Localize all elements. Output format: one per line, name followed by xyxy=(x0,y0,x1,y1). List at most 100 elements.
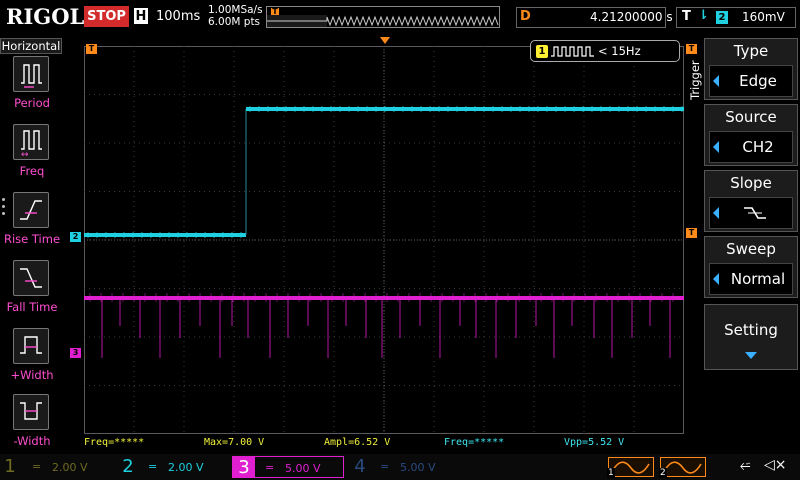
meas-ch1-ampl[interactable]: Ampl=6.52 V xyxy=(324,437,390,448)
ch3-scale: 5.00 V xyxy=(285,462,321,475)
ch4-number: 4 xyxy=(354,456,366,477)
memory-overview[interactable]: T xyxy=(266,6,500,28)
sine-wave-icon xyxy=(612,461,650,474)
meas-ch1-max[interactable]: Max=7.00 V xyxy=(204,437,264,448)
left-arrow-icon xyxy=(713,75,719,87)
graticule xyxy=(84,46,684,434)
falling-edge-icon xyxy=(744,207,766,219)
trigger-source: 2 xyxy=(716,11,728,24)
ch2-scale: 2.00 V xyxy=(168,461,204,474)
left-arrow-icon xyxy=(713,141,719,153)
memory-overview-waveform xyxy=(267,15,499,27)
svg-text:↔: ↔ xyxy=(21,150,29,159)
fall-time-icon xyxy=(13,260,49,296)
ch1-coupling-icon: = xyxy=(32,460,42,473)
timebase-value[interactable]: 100ms xyxy=(156,9,200,24)
trigger-menu-title: Trigger xyxy=(686,36,702,136)
measure-positive-width-button[interactable]: +Width xyxy=(0,328,64,394)
negative-width-icon xyxy=(13,394,49,430)
ch1-scale: 2.00 V xyxy=(52,461,88,474)
usb-icon: ⭁ xyxy=(740,459,751,474)
rise-time-icon xyxy=(13,192,49,228)
meas-ch2-freq[interactable]: Freq=***** xyxy=(444,437,504,448)
trigger-type-button[interactable]: Type Edge xyxy=(704,38,798,100)
ch4-scale: 5.00 V xyxy=(400,461,436,474)
measure-freq-button[interactable]: ↔ Freq xyxy=(0,124,64,190)
ch4-coupling-icon: = xyxy=(380,460,390,473)
measure-negative-width-button[interactable]: -Width xyxy=(0,394,64,460)
ch1-status[interactable]: 1 = 2.00 V xyxy=(0,456,112,478)
rise-time-label: Rise Time xyxy=(3,232,61,246)
period-label: Period xyxy=(14,96,50,110)
trigger-sweep-button[interactable]: Sweep Normal xyxy=(704,236,798,298)
trigger-level-left-marker[interactable]: T xyxy=(86,44,97,54)
speaker-muted-icon[interactable]: ◁× xyxy=(764,457,787,473)
trigger-source-label: Source xyxy=(725,108,777,126)
fall-time-label: Fall Time xyxy=(6,300,58,314)
ch3-number: 3 xyxy=(238,457,250,478)
ch2-number: 2 xyxy=(122,456,134,477)
meas-ch1-freq[interactable]: Freq=***** xyxy=(84,437,144,448)
sample-rate: 1.00MSa/s xyxy=(208,4,263,16)
channel-bar: 1 = 2.00 V 2 = 2.00 V 3 = 5.00 V 4 = 5.0… xyxy=(0,454,800,480)
pulse-train-icon xyxy=(551,46,594,57)
status-bar: RIGOL STOP H 100ms 1.00MSa/s 6.00M pts T… xyxy=(0,0,800,36)
trigger-type-label: Type xyxy=(733,42,769,60)
ch4-status[interactable]: 4 = 5.00 V xyxy=(348,456,460,478)
trigger-menu-title-text: Trigger xyxy=(688,60,702,100)
left-arrow-icon xyxy=(713,273,719,285)
positive-width-icon xyxy=(13,328,49,364)
ch2-offset-marker[interactable]: 2 xyxy=(70,232,81,242)
trigger-sweep-value: Normal xyxy=(730,270,786,288)
trigger-slope-value-box xyxy=(709,197,793,229)
trigger-badge: T xyxy=(682,9,691,24)
ch2-trigger-mini[interactable]: 2 xyxy=(659,457,706,478)
ch2-coupling-icon: = xyxy=(148,460,158,473)
waveform-display[interactable] xyxy=(84,46,684,434)
trigger-source-value-box: CH2 xyxy=(709,131,793,163)
run-stop-button[interactable]: STOP xyxy=(84,6,129,27)
falling-edge-icon: ⇂ xyxy=(698,8,709,23)
trigger-source-button[interactable]: Source CH2 xyxy=(704,104,798,166)
ch3-offset-marker[interactable]: 3 xyxy=(70,348,81,358)
measure-period-button[interactable]: Period xyxy=(0,56,64,122)
ch2-trigger-mini-num: 2 xyxy=(659,468,667,478)
meas-ch2-vpp[interactable]: Vpp=5.52 V xyxy=(564,437,624,448)
negative-width-label: -Width xyxy=(13,434,51,448)
ch1-trigger-mini[interactable]: 1 xyxy=(607,457,654,478)
positive-width-label: +Width xyxy=(10,368,54,382)
ch1-number: 1 xyxy=(4,456,16,477)
period-icon xyxy=(13,56,49,92)
trigger-info-text: < 15Hz xyxy=(598,44,641,58)
ch3-status[interactable]: 3 = 5.00 V xyxy=(232,456,344,478)
trigger-slope-label: Slope xyxy=(730,174,772,192)
trigger-type-value-box: Edge xyxy=(709,65,793,97)
freq-label: Freq xyxy=(19,164,45,178)
delay-badge: D xyxy=(520,9,531,24)
trigger-info-source: 1 xyxy=(536,45,548,58)
ch1-trigger-mini-num: 1 xyxy=(607,468,615,478)
delay-value: 4.21200000 s xyxy=(590,10,673,24)
trigger-type-value: Edge xyxy=(739,72,777,90)
trigger-sweep-label: Sweep xyxy=(726,240,776,258)
measure-rise-time-button[interactable]: Rise Time xyxy=(0,192,64,258)
memory-depth: 6.00M pts xyxy=(208,16,261,28)
trigger-setting-label: Setting xyxy=(724,321,778,339)
trigger-source-value: CH2 xyxy=(742,138,774,156)
trigger-setting-button[interactable]: Setting xyxy=(704,304,798,370)
submenu-arrow-icon xyxy=(745,352,757,359)
trigger-position-marker[interactable] xyxy=(380,37,390,44)
trigger-setting: Setting xyxy=(705,305,797,369)
ch3-coupling-icon: = xyxy=(265,461,275,474)
left-arrow-icon xyxy=(713,207,719,219)
trigger-menu: Trigger Type Edge Source CH2 Slope Sweep… xyxy=(686,36,800,454)
left-menu-title: Horizontal xyxy=(0,38,62,54)
ch2-status[interactable]: 2 = 2.00 V xyxy=(116,456,228,478)
left-softkey-menu: Horizontal Period ↔ Freq Rise Time Fall … xyxy=(0,36,64,454)
trigger-sweep-value-box: Normal xyxy=(709,263,793,295)
measure-fall-time-button[interactable]: Fall Time xyxy=(0,260,64,326)
acquisition-info: 1.00MSa/s 6.00M pts xyxy=(208,4,263,28)
sine-wave-icon xyxy=(664,461,702,474)
frequency-icon: ↔ xyxy=(13,124,49,160)
trigger-slope-button[interactable]: Slope xyxy=(704,170,798,232)
